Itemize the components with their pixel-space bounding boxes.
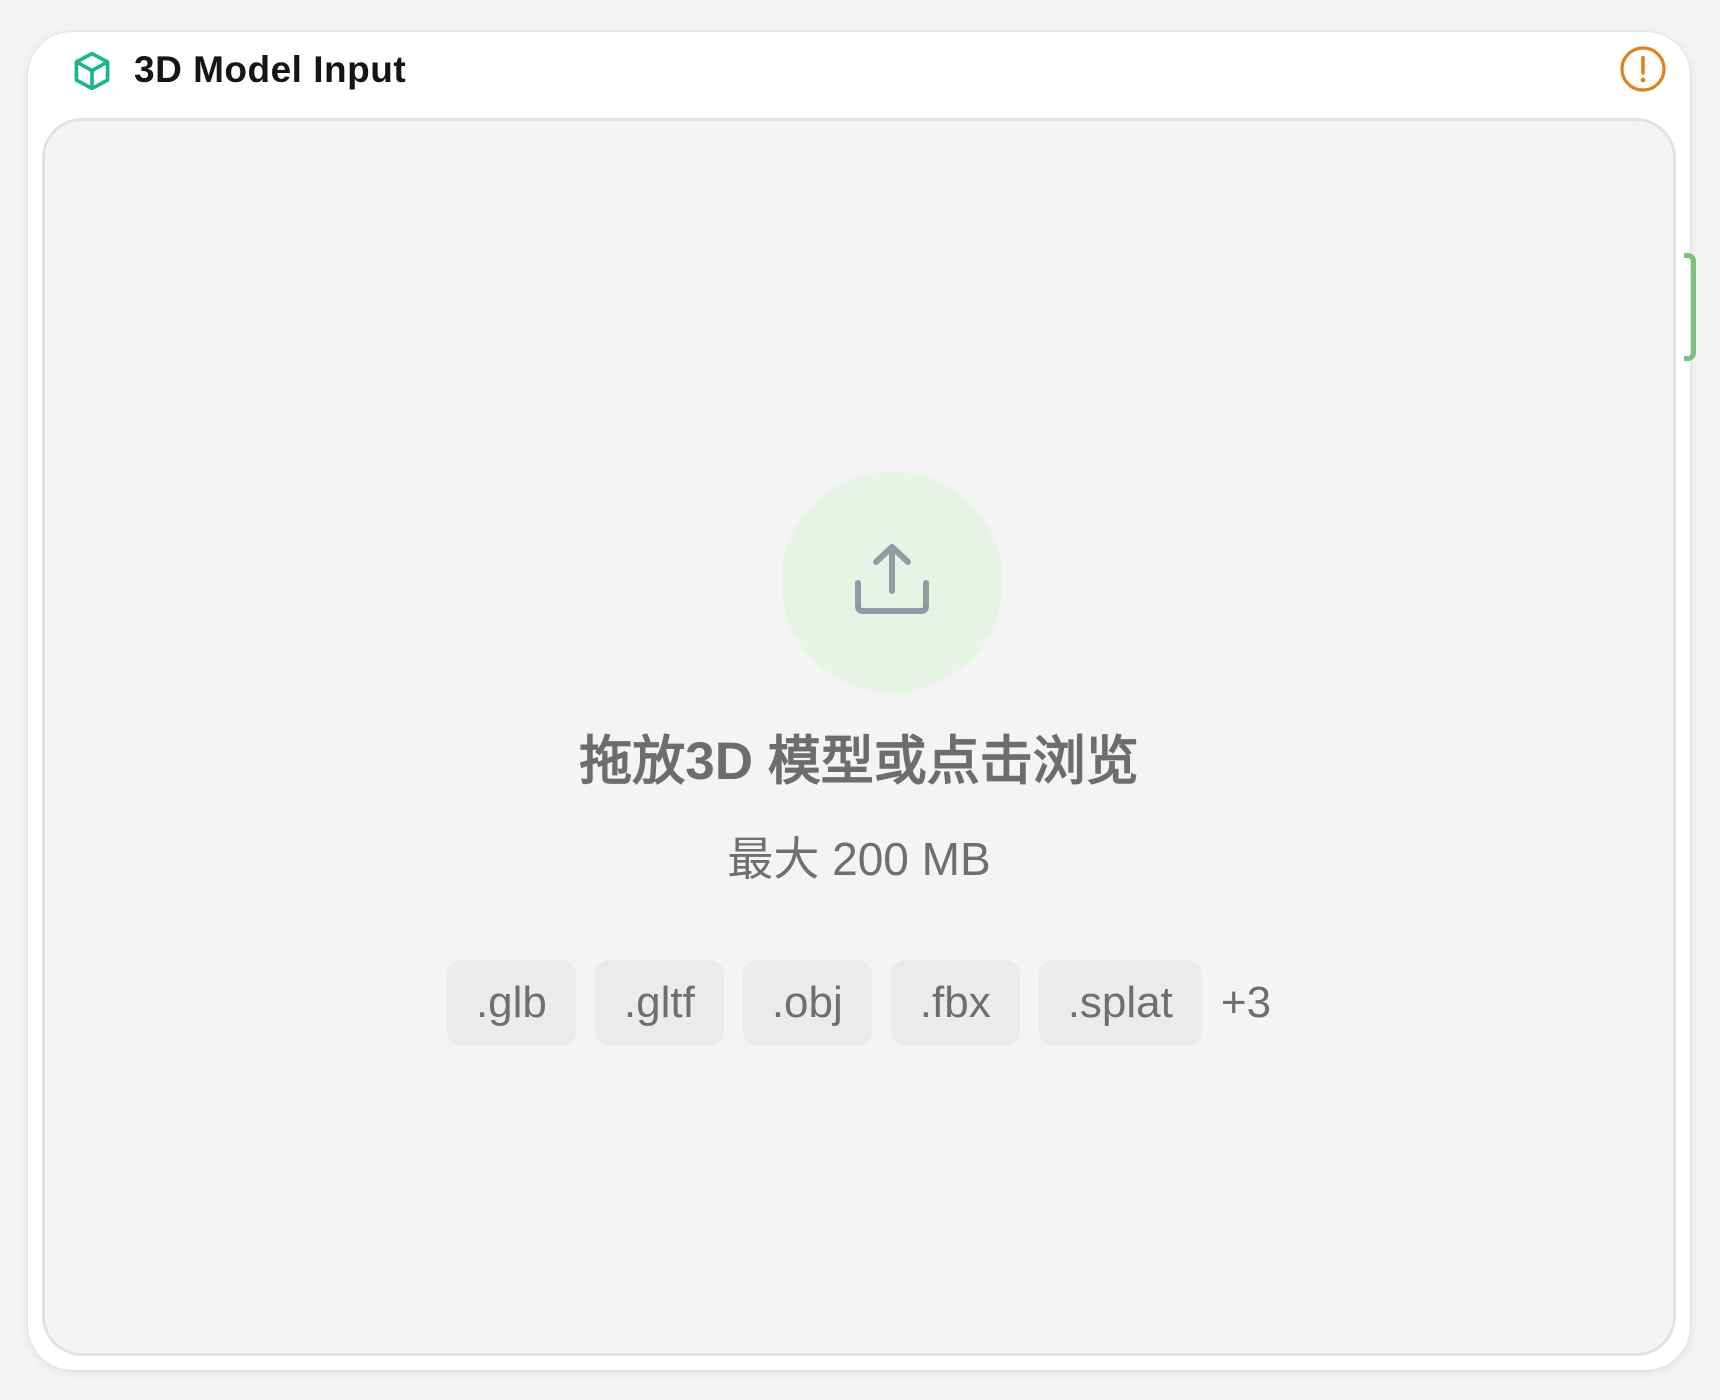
node-header: 3D Model Input bbox=[28, 32, 1690, 116]
upload-icon bbox=[855, 544, 929, 614]
format-chip: .glb bbox=[446, 960, 576, 1046]
drop-instruction-title: 拖放3D 模型或点击浏览 bbox=[579, 732, 1139, 791]
model-input-node: 3D Model Input 拖放3D 模型或点击浏览 最大 200 MB .g… bbox=[28, 32, 1690, 1370]
more-formats-count: +3 bbox=[1220, 978, 1272, 1027]
model-drop-zone[interactable]: 拖放3D 模型或点击浏览 最大 200 MB .glb .gltf .obj .… bbox=[42, 118, 1676, 1356]
output-connection-handle[interactable] bbox=[1684, 253, 1696, 361]
cube-icon bbox=[74, 51, 110, 91]
max-size-label: 最大 200 MB bbox=[727, 833, 991, 885]
warning-circle-icon[interactable] bbox=[1618, 44, 1668, 94]
format-chip: .gltf bbox=[594, 960, 724, 1046]
node-title: 3D Model Input bbox=[134, 49, 407, 90]
format-chip-list: .glb .gltf .obj .fbx .splat +3 bbox=[45, 960, 1673, 1046]
format-chip: .fbx bbox=[890, 960, 1020, 1046]
format-chip: .splat bbox=[1038, 960, 1202, 1046]
upload-icon-circle bbox=[781, 471, 1003, 693]
format-chip: .obj bbox=[742, 960, 872, 1046]
